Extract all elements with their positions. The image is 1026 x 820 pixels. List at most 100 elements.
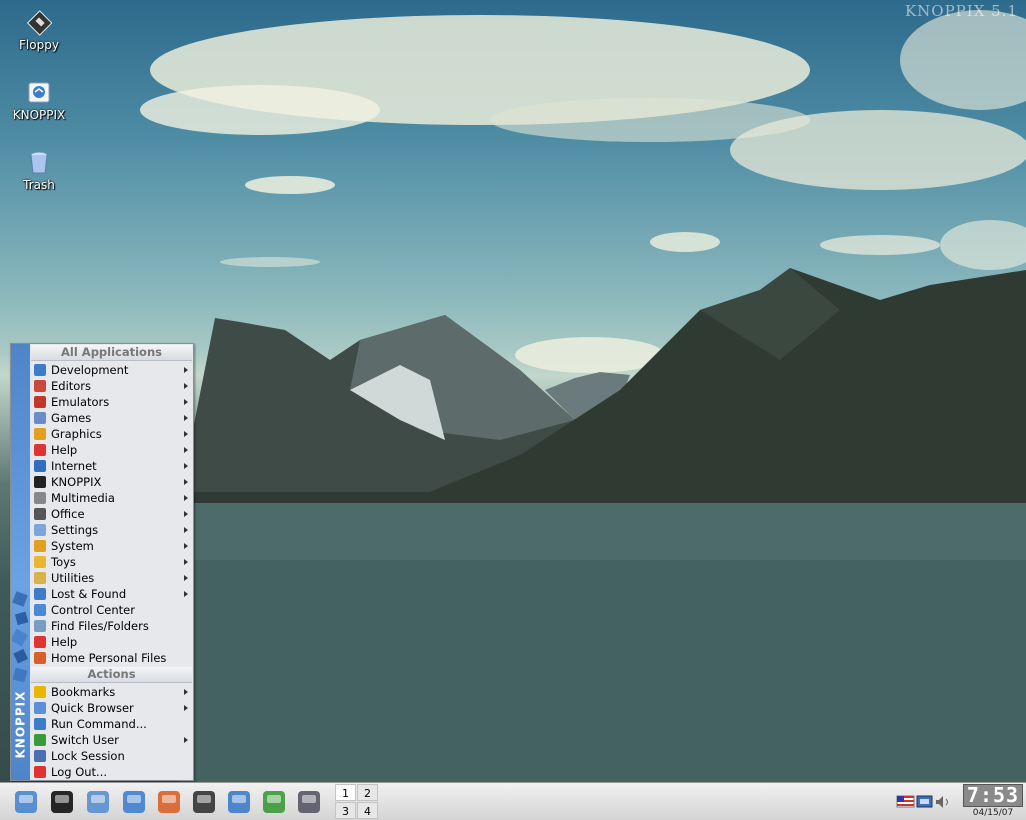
games-icon [34, 412, 46, 424]
desktop-icon-knoppix[interactable]: KNOPPIX [4, 80, 74, 122]
desktop-pager: 1 2 3 4 [335, 784, 379, 820]
menu-item-development[interactable]: Development [30, 362, 193, 378]
menu-item-label: Help [51, 443, 78, 457]
kmenu-icon[interactable] [12, 788, 40, 816]
utilities-icon [34, 572, 46, 584]
menu-item-system[interactable]: System [30, 538, 193, 554]
menu-item-help[interactable]: Help [30, 442, 193, 458]
menu-item-label: System [51, 539, 94, 553]
menu-item-label: KNOPPIX [51, 475, 102, 489]
menu-item-label: Development [51, 363, 129, 377]
menu-item-label: Lost & Found [51, 587, 127, 601]
browser-icon[interactable] [260, 788, 288, 816]
submenu-arrow-icon [184, 495, 188, 501]
lock-session-icon [34, 750, 46, 762]
graphics-icon [34, 428, 46, 440]
menu-item-internet[interactable]: Internet [30, 458, 193, 474]
menu-item-emulators[interactable]: Emulators [30, 394, 193, 410]
submenu-arrow-icon [184, 737, 188, 743]
desktop-icon-label: Trash [23, 178, 55, 192]
menu-item-control-center[interactable]: Control Center [30, 602, 193, 618]
k-menu-sidebar: KNOPPIX [11, 344, 30, 780]
multimedia-icon [34, 492, 46, 504]
help-lifebuoy-icon [34, 636, 46, 648]
menu-item-find-files-folders[interactable]: Find Files/Folders [30, 618, 193, 634]
switch-user-icon [34, 734, 46, 746]
submenu-arrow-icon [184, 431, 188, 437]
menu-item-label: Bookmarks [51, 685, 116, 699]
terminal-icon[interactable] [190, 788, 218, 816]
file-manager-icon[interactable] [120, 788, 148, 816]
menu-item-lost-found[interactable]: Lost & Found [30, 586, 193, 602]
menu-item-label: Games [51, 411, 92, 425]
desktop-icon-trash[interactable]: Trash [4, 150, 74, 192]
menu-item-multimedia[interactable]: Multimedia [30, 490, 193, 506]
keyboard-layout-icon[interactable] [916, 795, 933, 808]
menu-item-help[interactable]: Help [30, 634, 193, 650]
control-center-icon [34, 604, 46, 616]
menu-item-label: Utilities [51, 571, 95, 585]
pager-desktop-2[interactable]: 2 [357, 784, 378, 801]
k-menu: KNOPPIX All Applications Development Edit… [10, 343, 194, 781]
taskbar: 1 2 3 4 7:53 04/15/07 [0, 782, 1026, 820]
menu-item-toys[interactable]: Toys [30, 554, 193, 570]
internet-globe-icon [34, 460, 46, 472]
office-icon [34, 508, 46, 520]
system-icon [34, 540, 46, 552]
menu-item-label: Switch User [51, 733, 119, 747]
pager-desktop-1[interactable]: 1 [335, 784, 356, 801]
submenu-arrow-icon [184, 527, 188, 533]
submenu-arrow-icon [184, 689, 188, 695]
submenu-arrow-icon [184, 463, 188, 469]
submenu-arrow-icon [184, 543, 188, 549]
menu-item-label: Log Out... [51, 765, 108, 779]
pager-desktop-3[interactable]: 3 [335, 802, 356, 819]
lost-found-icon [34, 588, 46, 600]
action-item-switch-user[interactable]: Switch User [30, 732, 193, 748]
menu-item-knoppix[interactable]: KNOPPIX [30, 474, 193, 490]
submenu-arrow-icon [184, 559, 188, 565]
menu-item-games[interactable]: Games [30, 410, 193, 426]
pager-desktop-4[interactable]: 4 [357, 802, 378, 819]
floppy-icon [26, 10, 53, 36]
action-item-log-out[interactable]: Log Out... [30, 764, 193, 780]
cubes-decoration-icon [12, 591, 29, 683]
action-item-lock-session[interactable]: Lock Session [30, 748, 193, 764]
app-items-list: Development Editors Emulators Games Graphics… [30, 362, 193, 666]
menu-item-graphics[interactable]: Graphics [30, 426, 193, 442]
menu-item-label: Graphics [51, 427, 102, 441]
us-flag-icon[interactable] [896, 795, 915, 808]
penguin-icon[interactable] [48, 788, 76, 816]
menu-item-label: Lock Session [51, 749, 125, 763]
find-files-icon [34, 620, 46, 632]
clock-date: 04/15/07 [972, 808, 1014, 818]
office-app-icon[interactable] [295, 788, 323, 816]
submenu-arrow-icon [184, 415, 188, 421]
trash-icon [26, 150, 52, 176]
clock[interactable]: 7:53 04/15/07 [963, 784, 1023, 820]
konsole-terminal-icon[interactable] [84, 788, 112, 816]
network-icon[interactable] [225, 788, 253, 816]
system-tray [896, 795, 956, 808]
action-item-run-command[interactable]: Run Command... [30, 716, 193, 732]
development-icon [34, 364, 46, 376]
menu-item-settings[interactable]: Settings [30, 522, 193, 538]
home-folder-icon[interactable] [155, 788, 183, 816]
menu-item-utilities[interactable]: Utilities [30, 570, 193, 586]
desktop-icon-label: Floppy [19, 38, 59, 52]
menu-item-label: Internet [51, 459, 97, 473]
knoppix-watermark: KNOPPIX 5.1 [904, 2, 1018, 20]
volume-icon[interactable] [936, 796, 948, 808]
action-item-bookmarks[interactable]: Bookmarks [30, 684, 193, 700]
submenu-arrow-icon [184, 511, 188, 517]
submenu-arrow-icon [184, 383, 188, 389]
menu-item-label: Quick Browser [51, 701, 134, 715]
desktop-icon-floppy[interactable]: Floppy [4, 10, 74, 52]
menu-item-home-personal-files[interactable]: Home Personal Files [30, 650, 193, 666]
run-command-icon [34, 718, 46, 730]
action-item-quick-browser[interactable]: Quick Browser [30, 700, 193, 716]
menu-item-office[interactable]: Office [30, 506, 193, 522]
desktop-icon-label: KNOPPIX [12, 108, 66, 122]
menu-item-label: Run Command... [51, 717, 147, 731]
menu-item-editors[interactable]: Editors [30, 378, 193, 394]
